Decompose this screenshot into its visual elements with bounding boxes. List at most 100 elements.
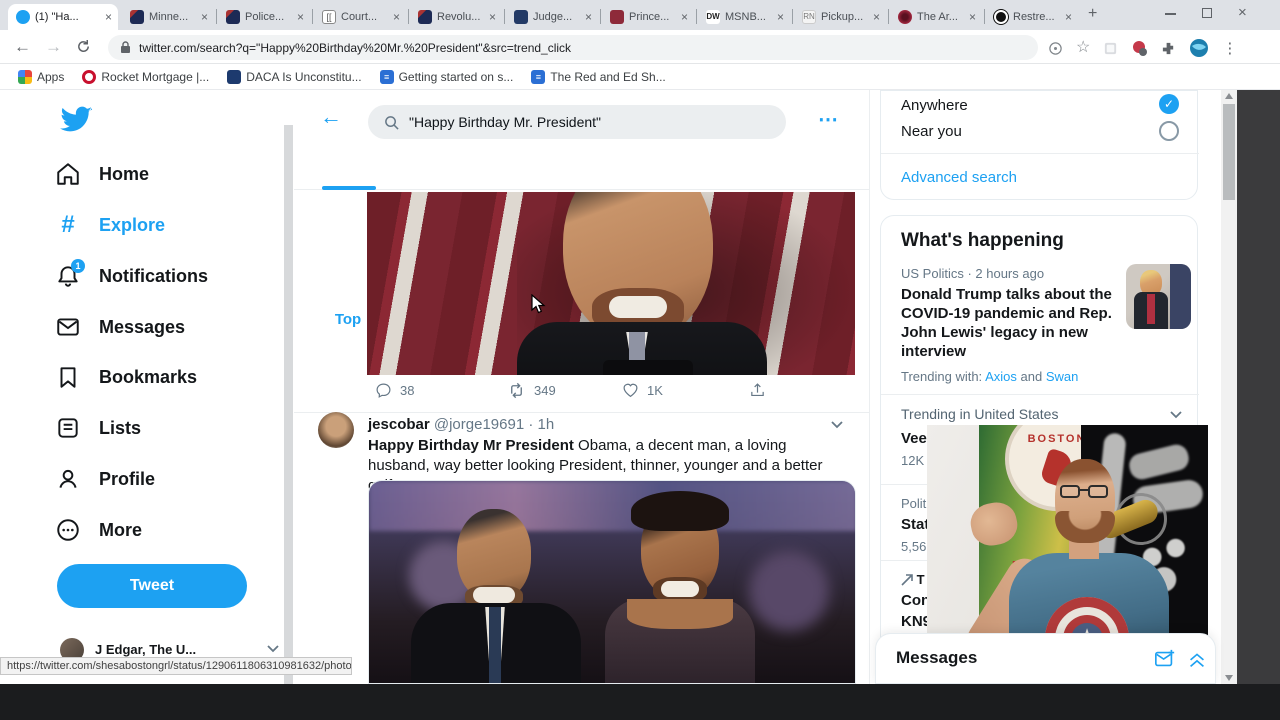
trending-chevron-down-icon[interactable]	[1169, 410, 1183, 420]
like-action[interactable]: 1K	[622, 382, 663, 398]
tweet-menu-chevron-icon[interactable]	[830, 420, 844, 430]
account-chevron-down-icon[interactable]	[266, 644, 280, 654]
share-action[interactable]	[749, 382, 766, 399]
extension-frame-icon[interactable]	[1103, 41, 1118, 56]
tweet-avatar[interactable]	[318, 412, 354, 448]
padlock-icon[interactable]	[120, 41, 131, 54]
search-results-column: ← "Happy Birthday Mr. President" ⋯ Top L…	[294, 90, 870, 684]
tab-close-icon[interactable]: ×	[681, 10, 688, 24]
window-minimize-button[interactable]	[1165, 13, 1176, 15]
trending-link-swan[interactable]: Swan	[1046, 369, 1079, 384]
bookmark-getting-started[interactable]: ≡ Getting started on s...	[379, 69, 513, 84]
scroll-down-arrow[interactable]	[1225, 675, 1233, 681]
red-circle-favicon-icon	[898, 10, 912, 24]
tab-close-icon[interactable]: ×	[201, 10, 208, 24]
browser-tab-prince[interactable]: Prince... ×	[602, 4, 694, 30]
browser-tab-msnbc[interactable]: DW MSNB... ×	[698, 4, 790, 30]
bookmark-star-icon[interactable]: ☆	[1076, 40, 1090, 56]
filter-near-you-radio[interactable]	[1159, 121, 1179, 141]
browser-tab-pickup[interactable]: RN Pickup... ×	[794, 4, 886, 30]
sidebar-item-more[interactable]: More	[55, 510, 285, 550]
person-icon	[55, 466, 81, 492]
account-name[interactable]: J Edgar, The U...	[95, 642, 196, 657]
window-restore-button[interactable]	[1202, 8, 1212, 18]
bookmark-red-and-ed[interactable]: ≡ The Red and Ed Sh...	[531, 69, 666, 84]
inner-scrollbar[interactable]	[284, 125, 293, 684]
home-icon	[55, 161, 81, 187]
tab-separator	[504, 9, 505, 24]
refresh-button[interactable]	[76, 39, 91, 54]
browser-tab-minne[interactable]: Minne... ×	[122, 4, 214, 30]
chrome-menu-icon[interactable]: ⋮	[1222, 39, 1237, 57]
browser-tab-revolu[interactable]: Revolu... ×	[410, 4, 502, 30]
browser-tab-twitter[interactable]: (1) "Ha... ×	[8, 4, 118, 30]
windows-taskbar: Type here to search	[0, 684, 1280, 720]
news-favicon-icon	[418, 10, 432, 24]
browser-tab-the-ar[interactable]: The Ar... ×	[890, 4, 982, 30]
retweet-action[interactable]: 349	[507, 382, 556, 399]
trend-row-stat[interactable]: Polit Stat 5,56	[901, 496, 929, 554]
bookmark-apps[interactable]: Apps	[18, 69, 64, 84]
filter-anywhere-radio-checked[interactable]: ✓	[1159, 94, 1179, 114]
tab-close-icon[interactable]: ×	[489, 10, 496, 24]
trending-link-axios[interactable]: Axios	[985, 369, 1017, 384]
tab-close-icon[interactable]: ×	[105, 10, 112, 24]
tab-close-icon[interactable]: ×	[393, 10, 400, 24]
daca-icon	[227, 69, 242, 84]
bookmark-rocket-mortgage[interactable]: Rocket Mortgage |...	[82, 69, 209, 84]
browser-tab-judge[interactable]: Judge... ×	[506, 4, 598, 30]
tweet-author-name[interactable]: jescobar	[368, 416, 430, 433]
court-favicon-icon: [[	[322, 10, 336, 24]
share-icon	[751, 383, 764, 397]
extensions-puzzle-icon[interactable]	[1161, 41, 1176, 56]
sidebar-item-bookmarks[interactable]: Bookmarks	[55, 357, 285, 397]
page-scrollbar-thumb[interactable]	[1223, 104, 1235, 200]
sidebar-item-notifications[interactable]: 1 Notifications	[55, 256, 285, 296]
tab-close-icon[interactable]: ×	[873, 10, 880, 24]
screen-edge	[1237, 90, 1280, 684]
advanced-search-link[interactable]: Advanced search	[901, 169, 1017, 186]
browser-tab-restream[interactable]: Restre... ×	[986, 4, 1078, 30]
trend-thumbnail-trump[interactable]	[1126, 264, 1191, 329]
tab-title: Revolu...	[437, 11, 481, 23]
tab-close-icon[interactable]: ×	[777, 10, 784, 24]
sidebar-item-explore[interactable]: # Explore	[55, 205, 285, 245]
tweet-button[interactable]: Tweet	[57, 564, 247, 608]
new-tab-button[interactable]: +	[1088, 5, 1097, 23]
tweet-photo-obamas[interactable]	[368, 480, 856, 684]
target-icon[interactable]	[1048, 41, 1063, 56]
browser-tab-police[interactable]: Police... ×	[218, 4, 310, 30]
messages-drawer-title: Messages	[896, 648, 978, 667]
tab-separator	[312, 9, 313, 24]
sidebar-item-lists[interactable]: Lists	[55, 408, 285, 448]
search-value: "Happy Birthday Mr. President"	[409, 114, 602, 130]
window-close-button[interactable]: ×	[1238, 4, 1247, 21]
reply-action[interactable]: 38	[375, 382, 414, 399]
sidebar-item-profile[interactable]: Profile	[55, 459, 285, 499]
sidebar-item-messages[interactable]: Messages	[55, 307, 285, 347]
screen: (1) "Ha... × Minne... × Police... × [[ C…	[0, 0, 1280, 720]
tab-close-icon[interactable]: ×	[1065, 10, 1072, 24]
browser-tab-court[interactable]: [[ Court... ×	[314, 4, 406, 30]
tweet-photo-obama[interactable]	[367, 192, 855, 375]
sidebar-item-home[interactable]: Home	[55, 154, 285, 194]
profile-avatar[interactable]	[1189, 38, 1209, 58]
tweet-author-handle[interactable]: @jorge19691	[434, 416, 524, 433]
tab-title: Restre...	[1013, 11, 1055, 23]
back-button[interactable]: ←	[14, 37, 31, 57]
tab-close-icon[interactable]: ×	[585, 10, 592, 24]
address-bar[interactable]: twitter.com/search?q="Happy%20Birthday%2…	[108, 35, 1038, 60]
messages-drawer[interactable]: Messages	[875, 633, 1216, 684]
twitter-logo-icon[interactable]	[60, 106, 92, 134]
scroll-up-arrow[interactable]	[1225, 93, 1233, 99]
search-more-button[interactable]: ⋯	[818, 107, 838, 132]
search-input[interactable]: "Happy Birthday Mr. President"	[368, 105, 786, 139]
tab-close-icon[interactable]: ×	[297, 10, 304, 24]
expand-drawer-chevrons-icon[interactable]	[1186, 648, 1208, 670]
new-message-icon[interactable]	[1154, 648, 1176, 670]
forward-button[interactable]: →	[45, 37, 62, 57]
search-back-button[interactable]: ←	[320, 104, 342, 130]
bookmark-daca[interactable]: DACA Is Unconstitu...	[227, 69, 362, 84]
tab-close-icon[interactable]: ×	[969, 10, 976, 24]
adblock-extension-icon[interactable]	[1131, 40, 1148, 57]
